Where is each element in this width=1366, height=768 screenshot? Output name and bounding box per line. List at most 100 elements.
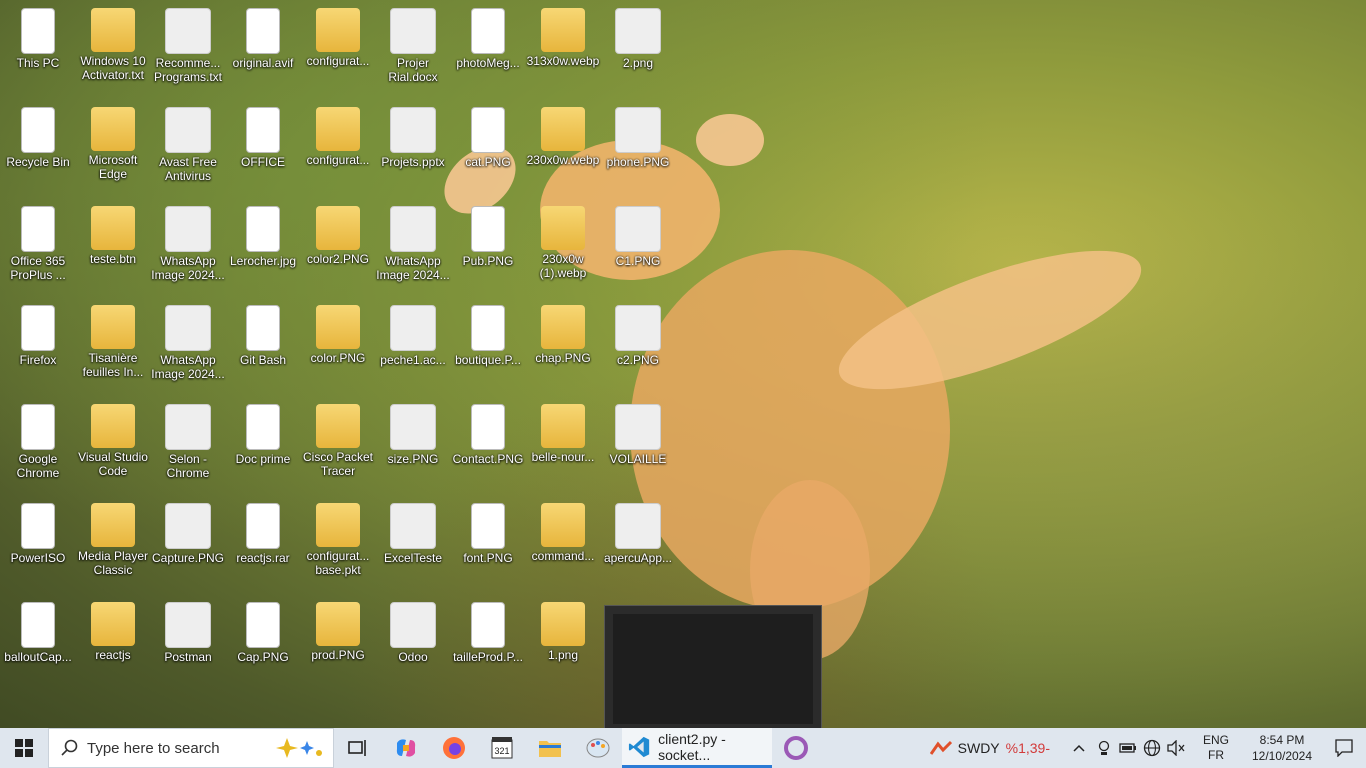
chevron-up-icon: [1073, 744, 1085, 752]
clock[interactable]: 8:54 PM 12/10/2024: [1242, 732, 1322, 764]
taskbar-paint[interactable]: [574, 728, 622, 768]
tray-meet-now[interactable]: [1092, 728, 1116, 768]
desktop-icon[interactable]: 2.png: [600, 2, 676, 94]
desktop-icon[interactable]: teste.btn: [75, 200, 151, 292]
desktop-icon[interactable]: WhatsApp Image 2024...: [150, 299, 226, 391]
desktop-icon[interactable]: balloutCap...: [0, 596, 76, 688]
taskbar-odoo[interactable]: [772, 728, 820, 768]
desktop-icon[interactable]: command...: [525, 497, 601, 589]
desktop-icon[interactable]: Lerocher.jpg: [225, 200, 301, 292]
desktop-icon[interactable]: color.PNG: [300, 299, 376, 391]
desktop-icon-label: boutique.P...: [455, 353, 521, 367]
desktop-icon[interactable]: configurat...: [300, 101, 376, 193]
desktop-icon[interactable]: font.PNG: [450, 497, 526, 589]
desktop-icon[interactable]: Postman: [150, 596, 226, 688]
desktop-icon[interactable]: OFFICE: [225, 101, 301, 193]
task-view-button[interactable]: [334, 728, 382, 768]
desktop-icon[interactable]: Tisanière feuilles In...: [75, 299, 151, 391]
battery-icon: [1119, 743, 1136, 753]
desktop-icon[interactable]: ExcelTeste: [375, 497, 451, 589]
desktop-icon-label: Google Chrome: [16, 452, 60, 480]
language-indicator[interactable]: ENG FR: [1194, 733, 1238, 763]
file-icon: [91, 503, 135, 547]
taskbar-copilot[interactable]: [382, 728, 430, 768]
start-button[interactable]: [0, 728, 48, 768]
desktop-icon[interactable]: size.PNG: [375, 398, 451, 490]
desktop-icon-label: Windows 10 Activator.txt: [80, 54, 146, 82]
desktop-icon[interactable]: Contact.PNG: [450, 398, 526, 490]
desktop-icon[interactable]: Media Player Classic: [75, 497, 151, 589]
desktop-icon[interactable]: This PC: [0, 2, 76, 94]
desktop-icon[interactable]: Windows 10 Activator.txt: [75, 2, 151, 94]
desktop-icon[interactable]: chap.PNG: [525, 299, 601, 391]
desktop-icon[interactable]: Recycle Bin: [0, 101, 76, 193]
desktop-icon[interactable]: Cap.PNG: [225, 596, 301, 688]
desktop-icon[interactable]: Office 365 ProPlus ...: [0, 200, 76, 292]
desktop-icon[interactable]: Avast Free Antivirus: [150, 101, 226, 193]
show-hidden-icons-button[interactable]: [1066, 728, 1092, 768]
desktop-icon[interactable]: Git Bash: [225, 299, 301, 391]
stock-widget[interactable]: SWDY %1,39-: [929, 740, 1050, 756]
desktop-icon[interactable]: WhatsApp Image 2024...: [150, 200, 226, 292]
desktop-icon[interactable]: configurat...: [300, 2, 376, 94]
desktop-icon[interactable]: Odoo: [375, 596, 451, 688]
desktop-icon[interactable]: VOLAILLE: [600, 398, 676, 490]
desktop-icon[interactable]: reactjs: [75, 596, 151, 688]
desktop-icon[interactable]: Visual Studio Code: [75, 398, 151, 490]
file-icon: [390, 305, 436, 351]
desktop-icon[interactable]: Cisco Packet Tracer: [300, 398, 376, 490]
desktop-icon[interactable]: phone.PNG: [600, 101, 676, 193]
desktop-icon[interactable]: original.avif: [225, 2, 301, 94]
search-box[interactable]: Type here to search: [48, 728, 334, 768]
desktop-icon[interactable]: configurat... base.pkt: [300, 497, 376, 589]
desktop-icon[interactable]: Google Chrome: [0, 398, 76, 490]
taskbar-media-player-classic[interactable]: 321: [478, 728, 526, 768]
desktop-icon[interactable]: 230x0w.webp: [525, 101, 601, 193]
tray-battery[interactable]: [1116, 728, 1140, 768]
desktop-icon[interactable]: tailleProd.P...: [450, 596, 526, 688]
taskbar-file-explorer[interactable]: [526, 728, 574, 768]
taskbar-vscode-window[interactable]: client2.py - socket...: [622, 728, 772, 768]
desktop-icon[interactable]: prod.PNG: [300, 596, 376, 688]
desktop-icon-label: Selon - Chrome: [166, 452, 210, 480]
desktop-icon[interactable]: cat.PNG: [450, 101, 526, 193]
desktop-icon-label: chap.PNG: [535, 351, 591, 365]
desktop-icon[interactable]: 1.png: [525, 596, 601, 688]
desktop-icon[interactable]: reactjs.rar: [225, 497, 301, 589]
notification-center-button[interactable]: [1322, 728, 1366, 768]
desktop-icon[interactable]: Firefox: [0, 299, 76, 391]
desktop-icon[interactable]: Projer Rial.docx: [375, 2, 451, 94]
desktop-icon-label: Office 365 ProPlus ...: [10, 254, 66, 282]
file-icon: [541, 305, 585, 349]
file-icon: [471, 107, 505, 153]
tray-network[interactable]: [1140, 728, 1164, 768]
desktop-icon[interactable]: Recomme... Programs.txt: [150, 2, 226, 94]
desktop-icon[interactable]: photoMeg...: [450, 2, 526, 94]
desktop-icon-label: Visual Studio Code: [78, 450, 148, 478]
taskbar-firefox[interactable]: [430, 728, 478, 768]
desktop-icon[interactable]: 313x0w.webp: [525, 2, 601, 94]
desktop-icon[interactable]: belle-nour...: [525, 398, 601, 490]
desktop-icon[interactable]: boutique.P...: [450, 299, 526, 391]
desktop-icon[interactable]: Pub.PNG: [450, 200, 526, 292]
desktop-icon[interactable]: PowerISO: [0, 497, 76, 589]
window-thumbnail-preview[interactable]: [604, 605, 822, 729]
desktop-icon[interactable]: Doc prime: [225, 398, 301, 490]
desktop-icon[interactable]: Selon - Chrome: [150, 398, 226, 490]
desktop-icon[interactable]: Capture.PNG: [150, 497, 226, 589]
desktop-icon-label: WhatsApp Image 2024...: [151, 254, 225, 282]
tray-volume[interactable]: [1164, 728, 1188, 768]
desktop-icon[interactable]: peche1.ac...: [375, 299, 451, 391]
desktop-icon[interactable]: color2.PNG: [300, 200, 376, 292]
desktop-icon[interactable]: c2.PNG: [600, 299, 676, 391]
file-icon: [471, 404, 505, 450]
desktop-icon[interactable]: apercuApp...: [600, 497, 676, 589]
file-icon: [165, 305, 211, 351]
desktop-icon[interactable]: 230x0w (1).webp: [525, 200, 601, 292]
copilot-icon: [396, 739, 416, 757]
desktop-icon[interactable]: C1.PNG: [600, 200, 676, 292]
desktop-icon-label: ExcelTeste: [383, 551, 443, 565]
desktop-icon[interactable]: WhatsApp Image 2024...: [375, 200, 451, 292]
desktop-icon[interactable]: Projets.pptx: [375, 101, 451, 193]
desktop-icon[interactable]: Microsoft Edge: [75, 101, 151, 193]
